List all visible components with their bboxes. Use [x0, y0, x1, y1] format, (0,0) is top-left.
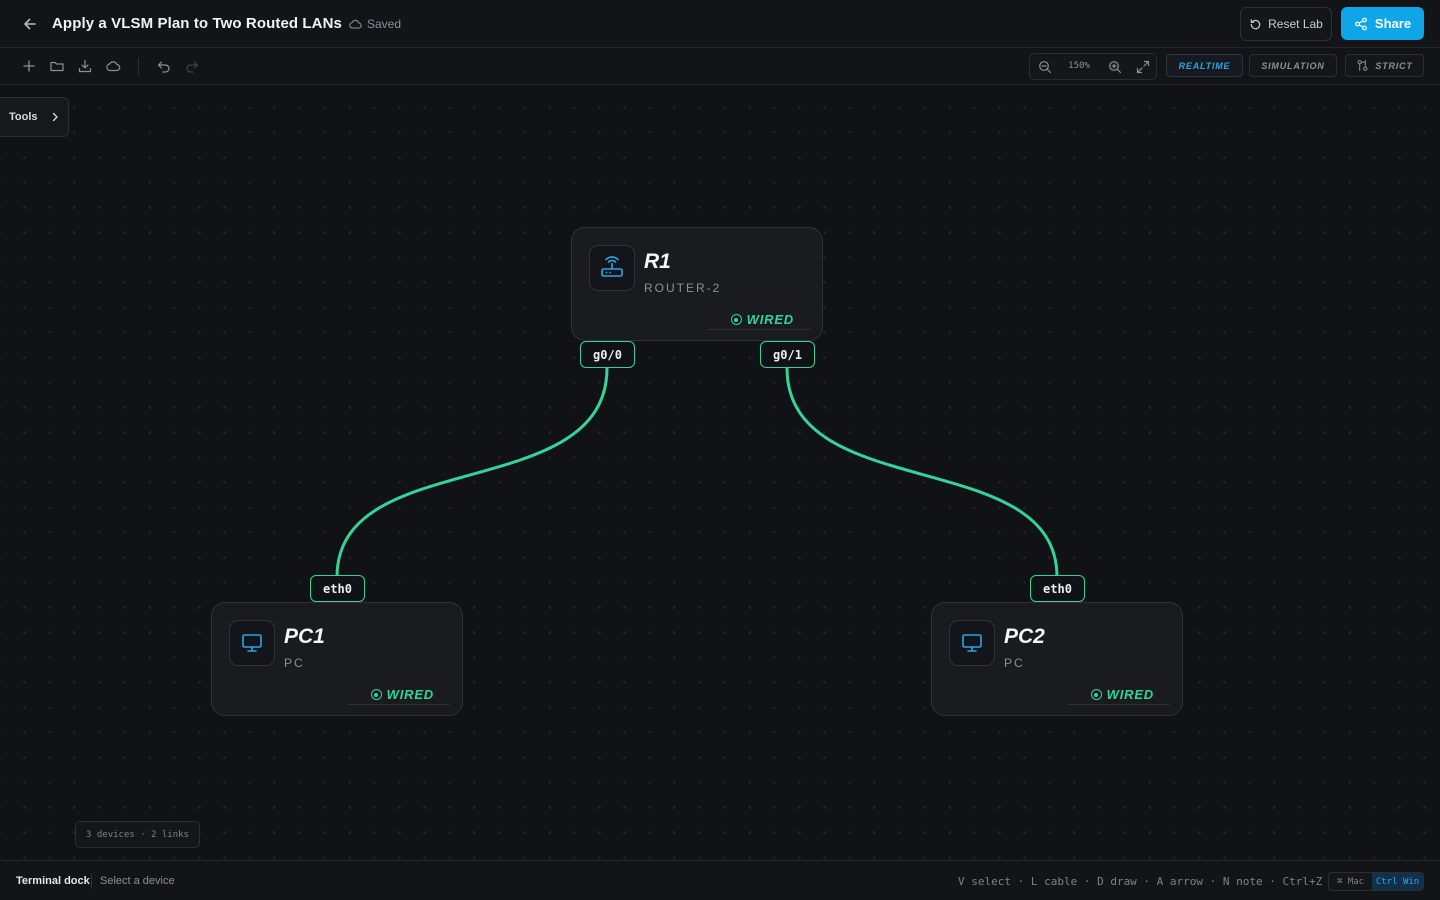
reset-icon	[1250, 18, 1261, 29]
zoom-in-icon[interactable]	[1108, 60, 1122, 74]
zoom-controls: 150%	[1029, 53, 1157, 80]
app-header: Apply a VLSM Plan to Two Routed LANs Sav…	[0, 0, 1440, 48]
topology-canvas[interactable]: Tools R1 ROUTER-2 WIRED PC1 PC WIRED PC2…	[0, 85, 1440, 860]
save-status: Saved	[348, 17, 401, 31]
chevron-right-icon	[52, 112, 58, 122]
tools-drawer-toggle[interactable]: Tools	[0, 97, 69, 137]
status-label: WIRED	[746, 312, 794, 327]
dock-hint: Select a device	[100, 875, 175, 887]
dock-divider	[91, 873, 92, 889]
port-pc1-eth0[interactable]: eth0	[310, 575, 365, 602]
device-name: PC1	[284, 625, 325, 648]
os-option-mac[interactable]: ⌘ Mac	[1329, 873, 1372, 890]
terminal-dock: Terminal dock Select a device V select ·…	[0, 860, 1440, 900]
cloud-check-icon	[349, 19, 362, 29]
link-status-badge: WIRED	[706, 310, 810, 330]
link-status-badge: WIRED	[1066, 685, 1170, 705]
device-type: ROUTER-2	[644, 281, 722, 295]
toolbar: 150% REALTIME SIMULATION STRICT	[0, 48, 1440, 85]
device-type: PC	[1004, 656, 1025, 670]
back-arrow-icon[interactable]	[20, 14, 40, 34]
monitor-icon	[229, 620, 275, 666]
status-label: WIRED	[386, 687, 434, 702]
link-status-badge: WIRED	[346, 685, 450, 705]
mode-strict-button[interactable]: STRICT	[1345, 54, 1424, 77]
status-dot-icon	[730, 314, 742, 325]
keyboard-shortcuts: V select · L cable · D draw · A arrow · …	[958, 875, 1356, 888]
os-option-win[interactable]: Ctrl Win	[1372, 873, 1423, 890]
dock-title[interactable]: Terminal dock	[16, 875, 90, 887]
toolbar-divider	[138, 57, 139, 76]
mode-realtime-button[interactable]: REALTIME	[1166, 54, 1243, 77]
zoom-out-icon[interactable]	[1038, 60, 1052, 74]
cloud-icon[interactable]	[105, 58, 121, 74]
download-icon[interactable]	[77, 58, 93, 74]
link-r1-pc1[interactable]	[335, 366, 609, 579]
device-pc2[interactable]: PC2 PC WIRED	[931, 602, 1183, 716]
redo-icon[interactable]	[184, 58, 200, 74]
port-r1-g0-1[interactable]: g0/1	[760, 341, 815, 368]
mode-simulation-label: SIMULATION	[1261, 60, 1325, 71]
share-button[interactable]: Share	[1341, 7, 1424, 40]
tools-label: Tools	[9, 111, 38, 123]
device-r1[interactable]: R1 ROUTER-2 WIRED	[571, 227, 823, 341]
status-label: WIRED	[1106, 687, 1154, 702]
device-name: PC2	[1004, 625, 1045, 648]
device-name: R1	[644, 250, 671, 273]
undo-icon[interactable]	[156, 58, 172, 74]
reset-lab-button[interactable]: Reset Lab	[1240, 7, 1332, 41]
reset-lab-label: Reset Lab	[1268, 17, 1323, 31]
links-layer	[335, 366, 1059, 579]
device-type: PC	[284, 656, 305, 670]
status-dot-icon	[1090, 689, 1102, 700]
mode-strict-label: STRICT	[1375, 60, 1413, 71]
port-pc2-eth0[interactable]: eth0	[1030, 575, 1085, 602]
strict-mode-icon	[1357, 59, 1368, 71]
mode-realtime-label: REALTIME	[1178, 60, 1231, 71]
zoom-level: 150%	[1068, 61, 1090, 71]
add-icon[interactable]	[21, 58, 37, 74]
fullscreen-icon[interactable]	[1136, 60, 1150, 74]
monitor-icon	[949, 620, 995, 666]
link-r1-pc2[interactable]	[785, 366, 1059, 579]
os-shortcut-toggle: ⌘ Mac Ctrl Win	[1328, 872, 1424, 891]
page-title: Apply a VLSM Plan to Two Routed LANs	[52, 15, 342, 32]
share-label: Share	[1374, 16, 1412, 31]
port-r1-g0-0[interactable]: g0/0	[580, 341, 635, 368]
status-dot-icon	[370, 689, 382, 700]
router-icon	[589, 245, 635, 291]
device-pc1[interactable]: PC1 PC WIRED	[211, 602, 463, 716]
save-status-label: Saved	[367, 17, 402, 31]
open-folder-icon[interactable]	[49, 58, 65, 74]
mode-simulation-button[interactable]: SIMULATION	[1249, 54, 1337, 77]
canvas-stats: 3 devices · 2 links	[75, 821, 200, 848]
share-icon	[1355, 17, 1367, 30]
